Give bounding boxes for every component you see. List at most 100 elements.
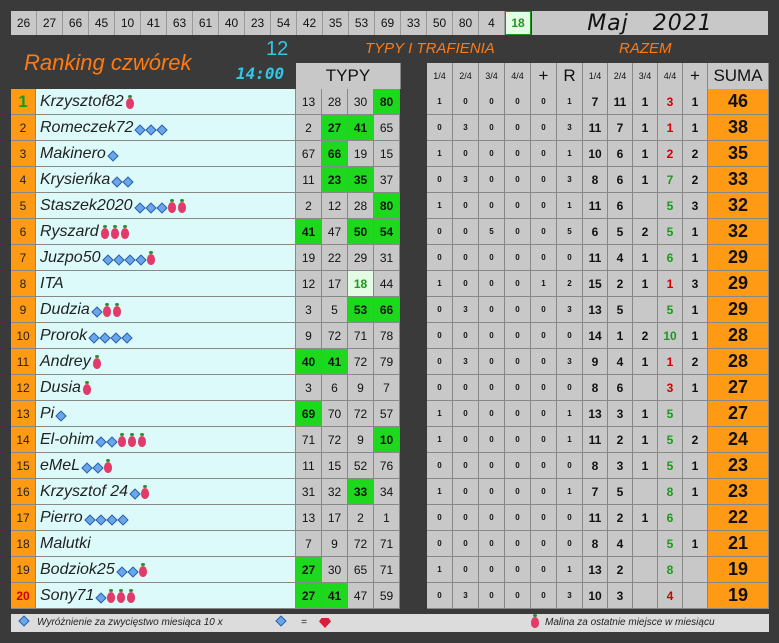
player-name: Juzpo50 <box>40 248 101 266</box>
raspberry-icon <box>102 302 111 317</box>
diamond-icon <box>101 253 114 266</box>
diamond-icon <box>95 513 107 526</box>
total-count <box>633 583 658 609</box>
total-count: 11 <box>583 115 608 141</box>
total-count: 14 <box>583 323 608 349</box>
tip-number: 53 <box>348 297 374 323</box>
table-row: 11 Andrey 40 41 72 79 0 3 0 0 0 3 9 4 1 1 2 28 <box>11 349 769 375</box>
player-name-cell[interactable]: El-ohim <box>36 427 296 453</box>
player-name-cell[interactable]: eMeL <box>36 453 296 479</box>
player-name-cell[interactable]: Sony71 <box>36 583 296 609</box>
header-col-left: + <box>531 63 557 89</box>
player-name: Pierro <box>40 508 83 526</box>
hit-count: 0 <box>505 115 531 141</box>
hit-count: 0 <box>531 167 557 193</box>
player-name-cell[interactable]: Prorok <box>36 323 296 349</box>
total-count: 4 <box>608 349 633 375</box>
tip-number: 80 <box>374 193 400 219</box>
hit-count: 0 <box>505 219 531 245</box>
player-name: Romeczek72 <box>40 118 134 136</box>
player-name-cell[interactable]: Krzysztof82 <box>36 89 296 115</box>
player-name-cell[interactable]: ITA <box>36 271 296 297</box>
tip-number: 11 <box>296 453 322 479</box>
total-count: 6 <box>608 141 633 167</box>
total-count: 1 <box>608 323 633 349</box>
hit-count: 0 <box>427 505 453 531</box>
player-name-cell[interactable]: Dudzia <box>36 297 296 323</box>
tip-number: 29 <box>348 245 374 271</box>
tip-number: 3 <box>296 297 322 323</box>
hit-count: 1 <box>531 271 557 297</box>
suma-cell: 29 <box>708 271 769 297</box>
diamond-icon <box>122 175 134 188</box>
hit-count: 0 <box>453 245 479 271</box>
hit-count: 0 <box>531 531 557 557</box>
total-count <box>633 557 658 583</box>
player-name-cell[interactable]: Ryszard <box>36 219 296 245</box>
suma-cell: 22 <box>708 505 769 531</box>
hit-count: 0 <box>531 401 557 427</box>
player-name-cell[interactable]: Pierro <box>36 505 296 531</box>
diamond-icon <box>129 487 141 500</box>
total-count: 6 <box>658 505 683 531</box>
rank-cell: 5 <box>11 193 36 219</box>
player-name-cell[interactable]: Andrey <box>36 349 296 375</box>
hit-count: 0 <box>505 323 531 349</box>
total-count <box>633 297 658 323</box>
tip-number: 27 <box>322 115 348 141</box>
header-col-left: 3/4 <box>479 63 505 89</box>
raspberry-icon <box>177 198 186 213</box>
suma-cell: 28 <box>708 349 769 375</box>
total-count: 1 <box>683 323 708 349</box>
player-name-cell[interactable]: Malutki <box>36 531 296 557</box>
hit-count: 3 <box>453 297 479 323</box>
drawn-number: 50 <box>427 11 453 35</box>
total-count: 1 <box>683 245 708 271</box>
total-count: 10 <box>583 141 608 167</box>
raspberry-icon <box>107 588 116 603</box>
hit-count: 0 <box>453 375 479 401</box>
total-count: 1 <box>633 453 658 479</box>
tip-number: 10 <box>374 427 400 453</box>
header-col-left: R <box>557 63 583 89</box>
tip-number: 52 <box>348 453 374 479</box>
tip-number: 40 <box>296 349 322 375</box>
player-name-cell[interactable]: Krzysztof 24 <box>36 479 296 505</box>
hit-count: 0 <box>479 375 505 401</box>
player-name-cell[interactable]: Dusia <box>36 375 296 401</box>
total-count <box>683 505 708 531</box>
total-count: 5 <box>658 219 683 245</box>
total-count: 1 <box>633 167 658 193</box>
total-count: 3 <box>658 89 683 115</box>
player-name-cell[interactable]: Pi <box>36 401 296 427</box>
hit-count: 1 <box>557 557 583 583</box>
total-count: 2 <box>608 557 633 583</box>
hit-count: 0 <box>505 89 531 115</box>
hit-count: 0 <box>557 505 583 531</box>
total-count: 6 <box>658 245 683 271</box>
legend-footer: Wyróżnienie za zwycięstwo miesiąca 10 x … <box>11 614 769 632</box>
player-name-cell[interactable]: Makinero <box>36 141 296 167</box>
total-count: 5 <box>658 427 683 453</box>
player-name-cell[interactable]: Krysieńka <box>36 167 296 193</box>
player-name-cell[interactable]: Romeczek72 <box>36 115 296 141</box>
hit-count: 0 <box>427 115 453 141</box>
total-count <box>633 479 658 505</box>
hit-count: 0 <box>479 115 505 141</box>
player-name-cell[interactable]: Staszek2020 <box>36 193 296 219</box>
player-name: Krzysztof82 <box>40 92 124 110</box>
total-count: 1 <box>633 427 658 453</box>
rank-cell: 12 <box>11 375 36 401</box>
raspberry-icon <box>120 224 129 239</box>
player-name-cell[interactable]: Bodziok25 <box>36 557 296 583</box>
tip-number: 17 <box>322 505 348 531</box>
suma-cell: 32 <box>708 219 769 245</box>
tip-number: 72 <box>348 401 374 427</box>
total-count: 8 <box>583 531 608 557</box>
table-row: 3 Makinero 67 66 19 15 1 0 0 0 0 1 10 6 1 2 2 35 <box>11 141 769 167</box>
total-count: 1 <box>633 245 658 271</box>
tip-number: 67 <box>296 141 322 167</box>
player-name-cell[interactable]: Juzpo50 <box>36 245 296 271</box>
hit-count: 1 <box>557 401 583 427</box>
suma-cell: 19 <box>708 557 769 583</box>
